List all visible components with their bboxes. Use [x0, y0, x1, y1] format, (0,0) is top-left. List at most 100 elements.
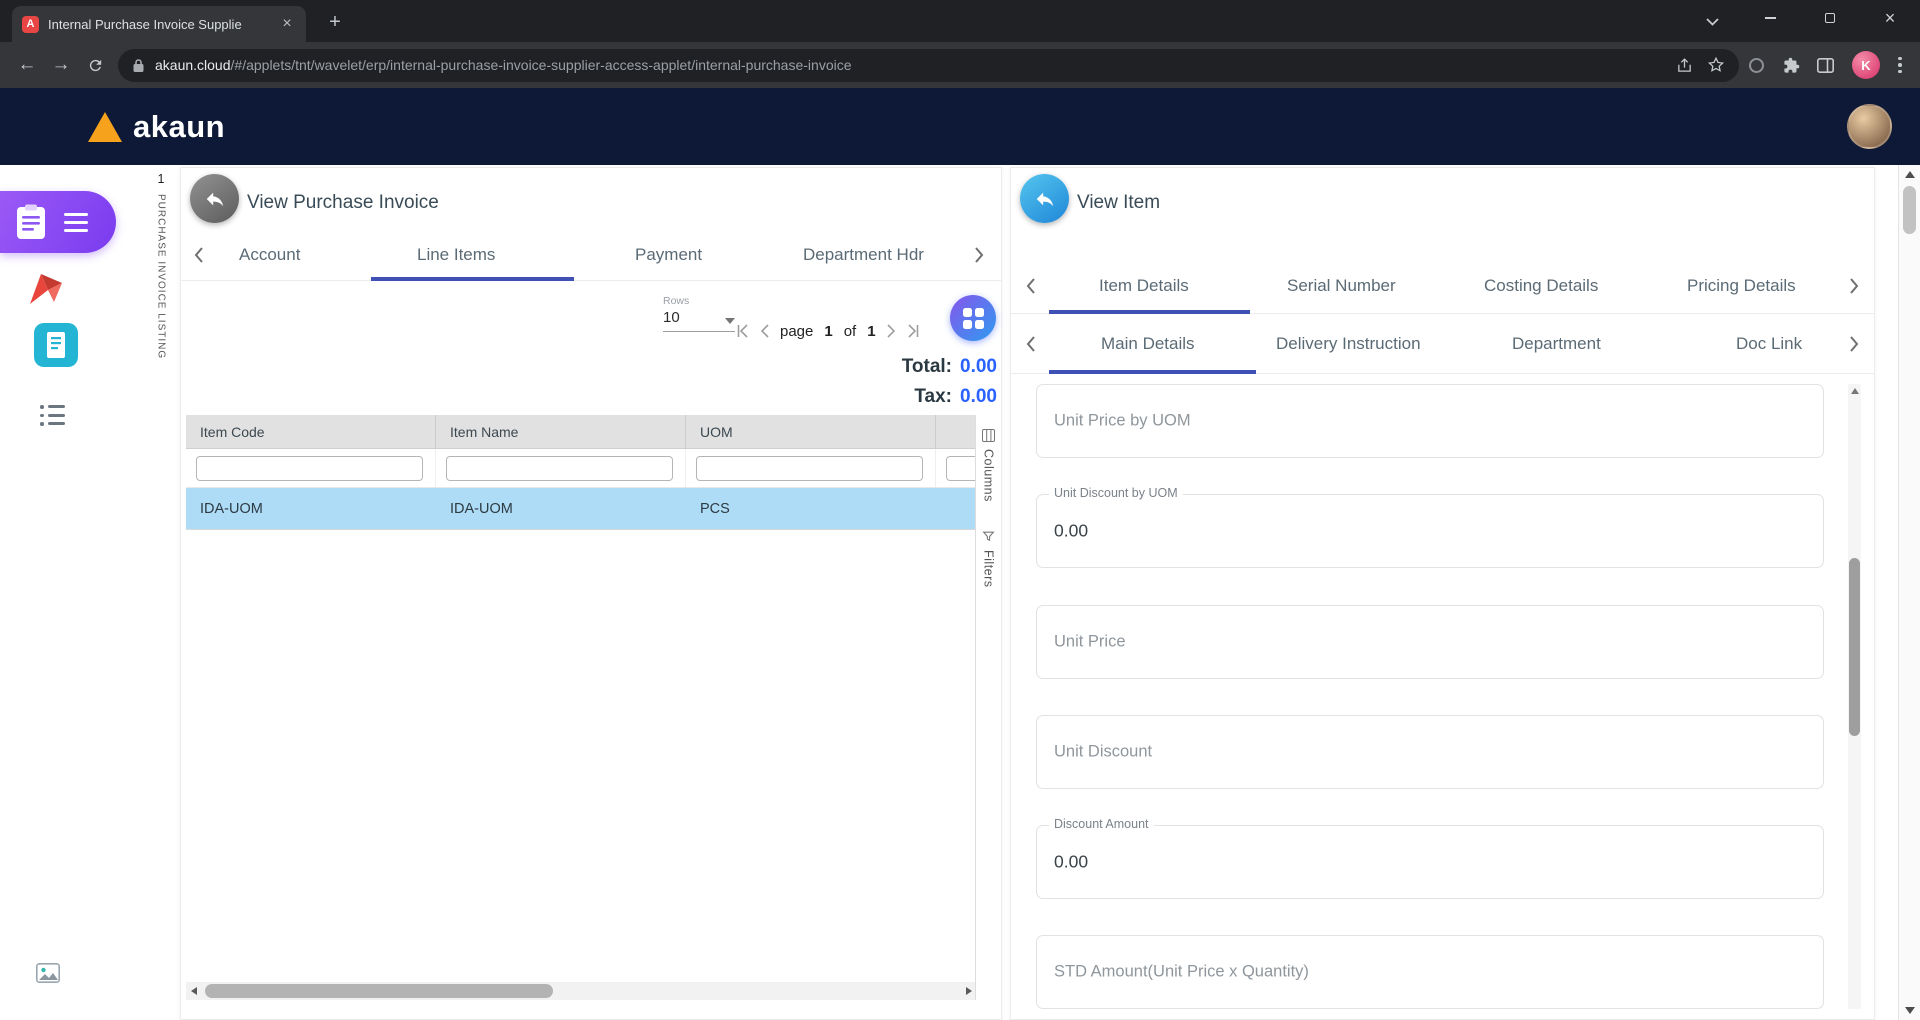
share-icon[interactable]: [1676, 57, 1693, 74]
invoice-back-button[interactable]: [190, 174, 239, 223]
bookmark-star-icon[interactable]: [1707, 56, 1725, 74]
scroll-up-arrow-icon[interactable]: [1851, 388, 1859, 394]
back-button[interactable]: ←: [10, 48, 44, 82]
menu-hamburger-icon[interactable]: [64, 213, 88, 232]
minimize-icon: [1765, 17, 1776, 19]
applet-switcher-pill[interactable]: [0, 191, 116, 253]
tab-item-details[interactable]: Item Details: [1099, 259, 1189, 313]
browser-profile-avatar[interactable]: K: [1852, 51, 1880, 79]
prev-page-button[interactable]: [760, 324, 769, 338]
tab-serial-number[interactable]: Serial Number: [1287, 259, 1396, 313]
filter-input-item-code[interactable]: [196, 456, 423, 481]
user-avatar[interactable]: [1847, 104, 1892, 149]
tabs-scroll-left-icon[interactable]: [1025, 259, 1036, 313]
field-unit-discount-by-uom[interactable]: Unit Discount by UOM 0.00: [1036, 494, 1824, 568]
sidebar-invoice-app-icon[interactable]: [34, 323, 78, 367]
next-page-button[interactable]: [887, 324, 896, 338]
invoice-panel-title: View Purchase Invoice: [247, 192, 439, 214]
tab-payment[interactable]: Payment: [635, 230, 702, 280]
tab-main-details[interactable]: Main Details: [1101, 314, 1195, 373]
field-std-amount[interactable]: STD Amount(Unit Price x Quantity): [1036, 935, 1824, 1009]
field-floating-label: Unit Discount by UOM: [1049, 486, 1183, 500]
browser-toolbar: ← → akaun.cloud/#/applets/tnt/wavelet/er…: [0, 42, 1920, 88]
page-scrollbar[interactable]: [1898, 165, 1920, 1020]
app-header: akaun: [0, 88, 1920, 165]
side-panel-icon[interactable]: [1808, 48, 1842, 82]
filter-input-uom[interactable]: [696, 456, 923, 481]
browser-tab[interactable]: A Internal Purchase Invoice Supplie ×: [12, 6, 306, 42]
rows-per-page-select[interactable]: 10: [663, 309, 735, 332]
url-path: /#/applets/tnt/wavelet/erp/internal-purc…: [231, 57, 852, 73]
tab-search-icon[interactable]: [1700, 10, 1724, 34]
sidebar-origami-app-icon[interactable]: [27, 271, 65, 307]
field-unit-price[interactable]: Unit Price: [1036, 605, 1824, 679]
tab-line-items[interactable]: Line Items: [417, 230, 495, 280]
chevron-down-icon: [725, 318, 735, 324]
forward-button[interactable]: →: [44, 48, 78, 82]
reply-arrow-icon: [1034, 188, 1056, 210]
reload-button[interactable]: [78, 48, 112, 82]
tabs-scroll-right-icon[interactable]: [1849, 259, 1860, 313]
grid-view-button[interactable]: [950, 295, 996, 341]
item-panel-scrollbar[interactable]: [1848, 384, 1861, 1009]
page-scroll-thumb[interactable]: [1903, 186, 1916, 234]
scroll-down-arrow-icon[interactable]: [1905, 1007, 1915, 1014]
columns-tool[interactable]: Columns: [982, 429, 996, 502]
filter-input-item-name[interactable]: [446, 456, 673, 481]
tab-delivery-instruction[interactable]: Delivery Instruction: [1276, 314, 1421, 373]
extensions-puzzle-icon[interactable]: [1774, 48, 1808, 82]
field-discount-amount[interactable]: Discount Amount 0.00: [1036, 825, 1824, 899]
tab-department-hdr[interactable]: Department Hdr: [803, 230, 924, 280]
tab-doc-link[interactable]: Doc Link: [1736, 314, 1802, 373]
address-bar[interactable]: akaun.cloud/#/applets/tnt/wavelet/erp/in…: [118, 49, 1739, 82]
field-placeholder: Unit Price by UOM: [1054, 412, 1191, 431]
columns-tool-label: Columns: [982, 449, 996, 502]
tabs-scroll-right-icon[interactable]: [1849, 314, 1860, 373]
listing-count: 1: [158, 172, 165, 186]
column-header-uom[interactable]: UOM: [686, 415, 936, 448]
lock-icon[interactable]: [132, 58, 145, 73]
item-panel-scroll-thumb[interactable]: [1849, 558, 1860, 736]
tabs-scroll-right-icon[interactable]: [974, 230, 985, 280]
field-unit-price-by-uom[interactable]: Unit Price by UOM: [1036, 384, 1824, 458]
item-back-button[interactable]: [1020, 174, 1069, 223]
reply-arrow-icon: [204, 188, 226, 210]
filter-input-partial[interactable]: [946, 456, 977, 481]
column-header-item-name[interactable]: Item Name: [436, 415, 686, 448]
extension-circle-icon[interactable]: [1749, 58, 1764, 73]
window-maximize-button[interactable]: [1804, 0, 1856, 36]
first-page-button[interactable]: [737, 324, 749, 338]
tab-account[interactable]: Account: [239, 230, 300, 280]
item-panel-title: View Item: [1077, 192, 1160, 214]
tab-pricing-details[interactable]: Pricing Details: [1687, 259, 1796, 313]
last-page-button[interactable]: [907, 324, 919, 338]
cell-partial: [936, 488, 977, 529]
close-icon: ×: [1885, 9, 1896, 27]
scroll-right-arrow-icon[interactable]: [966, 987, 972, 995]
sidebar-list-icon[interactable]: [40, 405, 65, 426]
scroll-up-arrow-icon[interactable]: [1905, 171, 1915, 178]
table-row[interactable]: IDA-UOM IDA-UOM PCS: [186, 488, 977, 530]
browser-menu-kebab-icon[interactable]: [1890, 48, 1910, 82]
tab-costing-details[interactable]: Costing Details: [1484, 259, 1598, 313]
total-line: Total:0.00: [902, 352, 997, 382]
window-minimize-button[interactable]: [1744, 0, 1796, 36]
window-close-button[interactable]: ×: [1864, 0, 1916, 36]
tabs-scroll-left-icon[interactable]: [193, 230, 204, 280]
rows-per-page-label: Rows: [663, 295, 689, 307]
scroll-left-arrow-icon[interactable]: [191, 987, 197, 995]
tabs-scroll-left-icon[interactable]: [1025, 314, 1036, 373]
horizontal-scroll-thumb[interactable]: [205, 984, 553, 998]
akaun-logo-text: akaun: [133, 109, 225, 145]
tab-close-icon[interactable]: ×: [278, 15, 296, 33]
line-items-table: Item Code Item Name UOM IDA-UOM IDA-UOM …: [186, 415, 977, 530]
tab-department[interactable]: Department: [1512, 314, 1601, 373]
filters-tool[interactable]: Filters: [982, 530, 996, 588]
horizontal-scrollbar[interactable]: [186, 982, 977, 1000]
field-unit-discount[interactable]: Unit Discount: [1036, 715, 1824, 789]
invoice-tabs: Account Line Items Payment Department Hd…: [181, 230, 1001, 281]
new-tab-button[interactable]: +: [322, 9, 348, 35]
column-header-item-code[interactable]: Item Code: [186, 415, 436, 448]
rows-per-page-value: 10: [663, 309, 680, 326]
sidebar-image-icon[interactable]: [36, 963, 60, 983]
